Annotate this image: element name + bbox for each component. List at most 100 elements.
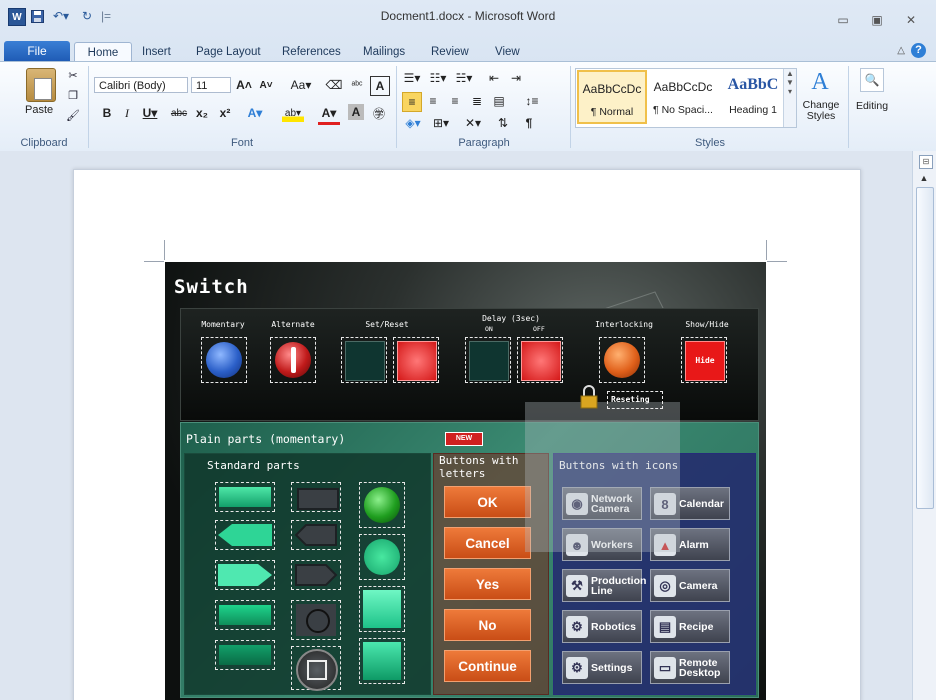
standard-part[interactable] [291, 482, 341, 512]
momentary-switch[interactable] [201, 337, 247, 383]
style-normal[interactable]: AaBbCcDc ¶ Normal [577, 70, 647, 124]
scroll-up-icon[interactable]: ▲ [917, 173, 931, 185]
tab-home[interactable]: Home [74, 42, 132, 63]
standard-part[interactable] [359, 534, 405, 580]
change-case-icon[interactable]: Aa▾ [290, 76, 312, 94]
strikethrough-icon[interactable]: abc [168, 104, 190, 122]
asian-layout-icon[interactable]: ✕▾ [462, 114, 484, 132]
grow-font-icon[interactable]: A˄ [236, 76, 252, 94]
align-left-icon[interactable]: ≡ [402, 92, 422, 112]
phonetic-guide-icon[interactable]: ᵃᵇᶜ [348, 76, 366, 94]
standard-part[interactable] [291, 600, 341, 640]
font-size-dropdown[interactable]: 11 [191, 77, 231, 93]
production-line-button[interactable]: ⚒ Production Line [562, 569, 646, 602]
increase-indent-icon[interactable]: ⇥ [508, 70, 524, 86]
editing-button[interactable]: Editing [852, 100, 892, 112]
recipe-button[interactable]: ▤ Recipe [650, 610, 730, 643]
standard-part[interactable] [215, 482, 275, 512]
tab-review[interactable]: Review [431, 42, 469, 62]
yes-button[interactable]: Yes [444, 568, 531, 600]
align-center-icon[interactable]: ≡ [424, 92, 442, 110]
standard-part[interactable] [359, 586, 405, 632]
font-color-icon[interactable]: A▾ [318, 104, 340, 125]
tab-file[interactable]: File [4, 41, 70, 62]
remote-desktop-button[interactable]: ▭ Remote Desktop [650, 651, 730, 684]
font-name-dropdown[interactable]: Calibri (Body) [94, 77, 188, 93]
multilevel-list-icon[interactable]: ☵▾ [454, 70, 474, 86]
enclose-characters-icon[interactable]: ㊫ [370, 104, 388, 122]
italic-icon[interactable]: I [120, 104, 134, 122]
change-styles-button[interactable]: Change Styles [800, 100, 842, 122]
settings-button[interactable]: ⚙ Settings [562, 651, 642, 684]
standard-part[interactable] [359, 482, 405, 528]
close-button[interactable]: ✕ [900, 12, 922, 28]
minimize-ribbon-icon[interactable]: △ [897, 45, 905, 56]
tab-insert[interactable]: Insert [142, 42, 171, 62]
format-painter-icon[interactable]: 🖌 [66, 108, 80, 122]
help-icon[interactable]: ? [911, 43, 926, 58]
embedded-hmi-image[interactable]: Switch Momentary Alternate Set/Reset Del… [165, 262, 766, 700]
standard-part[interactable] [291, 646, 341, 691]
numbering-icon[interactable]: ☷▾ [428, 70, 448, 86]
shading-icon[interactable]: ◈▾ [402, 114, 424, 132]
ok-button[interactable]: OK [444, 486, 531, 518]
sort-icon[interactable]: ⇅ [494, 114, 512, 132]
set-switch[interactable] [341, 337, 387, 383]
gallery-scroll-icon[interactable]: ▲ ▼ ▾ [783, 69, 796, 127]
alternate-switch[interactable] [270, 337, 316, 383]
borders-icon[interactable]: ⊞▾ [430, 114, 452, 132]
cut-icon[interactable]: ✂ [66, 68, 80, 82]
standard-part[interactable] [215, 640, 275, 670]
reset-switch[interactable] [393, 337, 439, 383]
standard-part[interactable] [215, 520, 275, 550]
justify-icon[interactable]: ≣ [468, 92, 486, 110]
character-border-icon[interactable]: A [370, 76, 390, 96]
vertical-scrollbar[interactable]: ⊟ ▲ [912, 151, 936, 700]
standard-part[interactable] [215, 560, 275, 590]
maximize-button[interactable]: ▣ [866, 12, 888, 28]
standard-part[interactable] [291, 520, 341, 550]
hide-button[interactable]: Hide [685, 341, 725, 381]
robotics-button[interactable]: ⚙ Robotics [562, 610, 642, 643]
show-hide-switch[interactable]: Hide [681, 337, 727, 383]
underline-icon[interactable]: U▾ [140, 104, 160, 122]
view-ruler-icon[interactable]: ⊟ [919, 155, 933, 169]
distributed-icon[interactable]: ▤ [490, 92, 508, 110]
tab-page-layout[interactable]: Page Layout [196, 42, 261, 62]
find-icon[interactable]: 🔍 [860, 68, 884, 92]
change-styles-icon[interactable]: A [806, 68, 834, 96]
scroll-thumb[interactable] [916, 187, 934, 509]
standard-part[interactable] [215, 600, 275, 630]
bullets-icon[interactable]: ☰▾ [402, 70, 422, 86]
show-hide-marks-icon[interactable]: ¶ [520, 114, 538, 132]
shrink-font-icon[interactable]: A˅ [258, 76, 274, 94]
paste-button[interactable]: Paste [25, 104, 53, 116]
camera-button[interactable]: ◎ Camera [650, 569, 730, 602]
highlight-icon[interactable]: ab▾ [282, 104, 304, 122]
align-right-icon[interactable]: ≡ [446, 92, 464, 110]
standard-part[interactable] [359, 638, 405, 684]
style-no-spacing[interactable]: AaBbCcDc ¶ No Spaci... [648, 70, 718, 124]
minimize-button[interactable]: ▭ [832, 12, 854, 28]
no-button[interactable]: No [444, 609, 531, 641]
tab-mailings[interactable]: Mailings [363, 42, 405, 62]
tab-view[interactable]: View [495, 42, 520, 62]
tab-references[interactable]: References [282, 42, 341, 62]
continue-button[interactable]: Continue [444, 650, 531, 682]
clear-formatting-icon[interactable]: ⌫ [325, 76, 343, 94]
bold-icon[interactable]: B [100, 104, 114, 122]
subscript-icon[interactable]: x₂ [193, 104, 211, 122]
delay-off-switch[interactable] [517, 337, 563, 383]
superscript-icon[interactable]: x² [216, 104, 234, 122]
interlocking-switch[interactable] [599, 337, 645, 383]
delay-on-switch[interactable] [465, 337, 511, 383]
line-spacing-icon[interactable]: ↕≡ [522, 92, 542, 110]
paste-icon[interactable] [26, 68, 56, 102]
standard-part[interactable] [291, 560, 341, 590]
cancel-button[interactable]: Cancel [444, 527, 531, 559]
style-heading-1[interactable]: AaBbC Heading 1 [718, 70, 788, 124]
character-shading-icon[interactable]: A [348, 104, 364, 120]
decrease-indent-icon[interactable]: ⇤ [486, 70, 502, 86]
text-effects-icon[interactable]: A▾ [244, 104, 266, 122]
copy-icon[interactable]: ❐ [66, 88, 80, 102]
